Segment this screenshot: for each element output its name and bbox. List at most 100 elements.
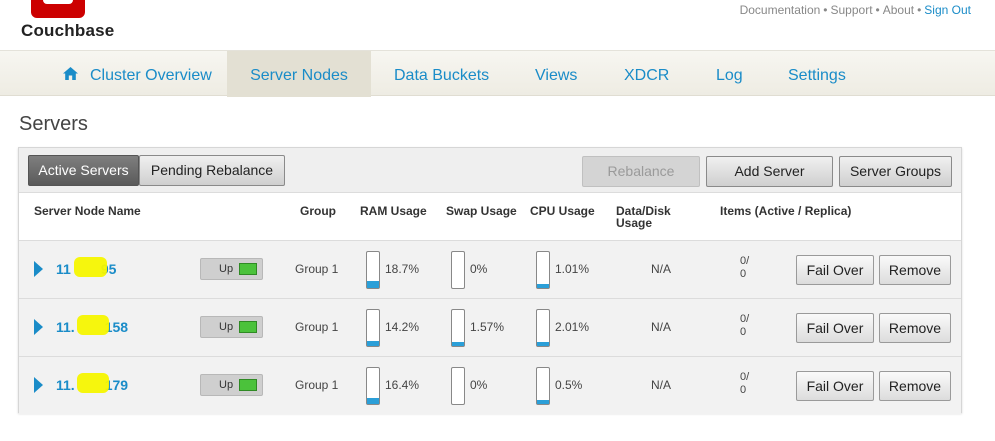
link-separator: •	[917, 3, 922, 17]
main-nav: Cluster Overview Server Nodes Data Bucke…	[0, 50, 995, 97]
home-icon	[63, 67, 78, 80]
data-disk-value: N/A	[651, 320, 672, 334]
status-led-icon	[239, 379, 257, 391]
cpu-meter-fill	[537, 342, 549, 346]
remove-button[interactable]: Remove	[879, 255, 951, 285]
ram-meter-fill	[367, 398, 379, 404]
documentation-link[interactable]: Documentation	[740, 3, 821, 17]
node-name-start: 11.	[56, 319, 75, 335]
column-header-data-disk-usage: Usage	[616, 216, 653, 230]
tab-xdcr[interactable]: XDCR	[624, 51, 669, 97]
tab-settings[interactable]: Settings	[788, 51, 846, 97]
items-value: 0/0	[740, 255, 749, 281]
servers-toolbar: Active Servers Pending Rebalance Rebalan…	[19, 148, 961, 193]
cpu-meter	[536, 251, 550, 289]
status-led-icon	[239, 321, 257, 333]
node-name-start: 11.	[56, 377, 75, 393]
table-row[interactable]: 11. 158 Up Group 1 14.2% 1.57% 2.01% N/A …	[19, 298, 961, 356]
remove-button[interactable]: Remove	[879, 313, 951, 343]
couchbase-logo-icon	[31, 0, 85, 18]
server-groups-button[interactable]: Server Groups	[839, 156, 952, 187]
active-servers-tab[interactable]: Active Servers	[28, 155, 139, 186]
ram-value: 14.2%	[385, 320, 420, 334]
group-value: Group 1	[295, 378, 339, 392]
tab-cluster-overview[interactable]: Cluster Overview	[90, 51, 212, 97]
about-link[interactable]: About	[883, 3, 914, 17]
fail-over-button[interactable]: Fail Over	[796, 371, 874, 401]
expand-arrow-icon[interactable]	[34, 377, 43, 393]
table-row[interactable]: 11. 179 Up Group 1 16.4% 0% 0.5% N/A 0/0 …	[19, 356, 961, 414]
page-title: Servers	[19, 113, 88, 135]
items-replica: 0	[740, 384, 747, 396]
group-value: Group 1	[295, 262, 339, 276]
items-replica: 0	[740, 326, 747, 338]
node-name-start: 11	[56, 261, 71, 277]
ram-meter-fill	[367, 340, 379, 346]
cpu-meter-fill	[537, 400, 549, 404]
tab-views[interactable]: Views	[535, 51, 577, 97]
ram-meter	[366, 367, 380, 405]
items-value: 0/0	[740, 313, 749, 339]
items-replica: 0	[740, 268, 747, 280]
status-badge: Up	[200, 258, 263, 280]
fail-over-button[interactable]: Fail Over	[796, 255, 874, 285]
column-header-items: Items (Active / Replica)	[720, 204, 852, 218]
status-label: Up	[219, 321, 234, 333]
status-label: Up	[219, 263, 234, 275]
items-active: 0/	[740, 313, 750, 325]
group-value: Group 1	[295, 320, 339, 334]
data-disk-value: N/A	[651, 378, 672, 392]
brand-name: Couchbase	[21, 21, 115, 40]
link-separator: •	[875, 3, 880, 17]
ram-value: 18.7%	[385, 262, 420, 276]
top-links: Documentation • Support • About • Sign Out	[740, 3, 971, 17]
header: Couchbase Documentation • Support • About • Si…	[0, 0, 995, 48]
cpu-value: 2.01%	[555, 320, 590, 334]
rebalance-button[interactable]: Rebalance	[582, 156, 700, 187]
sign-out-link[interactable]: Sign Out	[924, 3, 971, 17]
swap-value: 0%	[470, 262, 488, 276]
swap-meter	[451, 367, 465, 405]
cpu-meter	[536, 309, 550, 347]
swap-meter-fill	[452, 342, 464, 346]
tab-server-nodes[interactable]: Server Nodes	[227, 51, 371, 97]
cpu-meter	[536, 367, 550, 405]
tab-data-buckets[interactable]: Data Buckets	[394, 51, 489, 97]
add-server-button[interactable]: Add Server	[706, 156, 833, 187]
servers-panel: Active Servers Pending Rebalance Rebalan…	[18, 147, 962, 414]
table-row[interactable]: 11 95 Up Group 1 18.7% 0% 1.01% N/A 0/0 F…	[19, 240, 961, 298]
status-label: Up	[219, 379, 234, 391]
expand-arrow-icon[interactable]	[34, 319, 43, 335]
expand-arrow-icon[interactable]	[34, 261, 43, 277]
ram-meter-fill	[367, 281, 379, 288]
swap-value: 1.57%	[470, 320, 505, 334]
column-header-swap: Swap Usage	[446, 204, 517, 218]
redaction-highlight	[74, 257, 107, 277]
column-header-name: Server Node Name	[34, 204, 141, 218]
pending-rebalance-tab[interactable]: Pending Rebalance	[139, 155, 285, 186]
status-led-icon	[239, 263, 257, 275]
items-value: 0/0	[740, 371, 749, 397]
swap-meter	[451, 309, 465, 347]
remove-button[interactable]: Remove	[879, 371, 951, 401]
cpu-value: 0.5%	[555, 378, 583, 392]
data-disk-value: N/A	[651, 262, 672, 276]
fail-over-button[interactable]: Fail Over	[796, 313, 874, 343]
redaction-highlight	[77, 315, 109, 335]
cpu-meter-fill	[537, 284, 549, 288]
swap-meter	[451, 251, 465, 289]
items-active: 0/	[740, 371, 750, 383]
swap-value: 0%	[470, 378, 488, 392]
items-active: 0/	[740, 255, 750, 267]
column-header-ram: RAM Usage	[360, 204, 427, 218]
link-separator: •	[823, 3, 828, 17]
tab-log[interactable]: Log	[716, 51, 743, 97]
column-header-group: Group	[300, 204, 336, 218]
ram-meter	[366, 251, 380, 289]
redaction-highlight	[77, 373, 109, 393]
column-header-cpu: CPU Usage	[530, 204, 595, 218]
ram-meter	[366, 309, 380, 347]
support-link[interactable]: Support	[831, 3, 873, 17]
status-badge: Up	[200, 316, 263, 338]
ram-value: 16.4%	[385, 378, 420, 392]
